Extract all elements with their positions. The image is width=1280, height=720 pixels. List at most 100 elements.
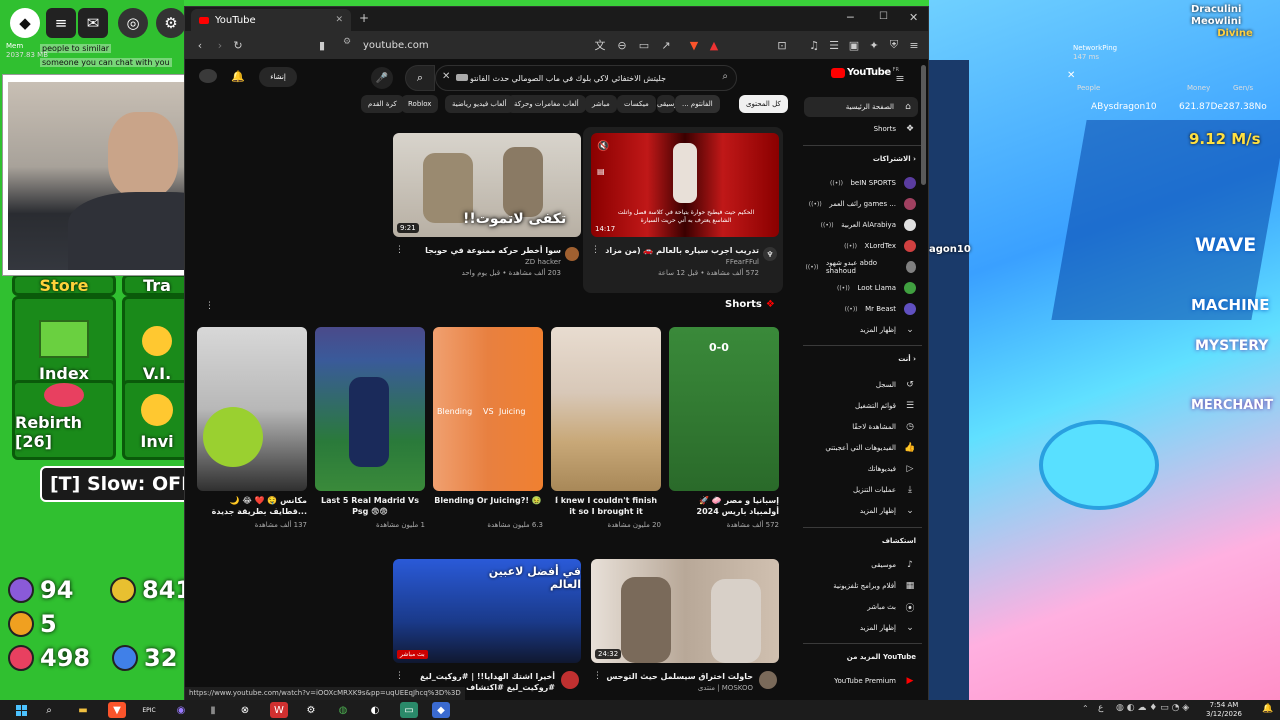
short-title[interactable]: Last 5 Real Madrid Vs Psg 😨😨 xyxy=(315,495,425,517)
more-options-icon[interactable]: ⋮ xyxy=(395,245,404,255)
settings-icon[interactable]: ⚙ xyxy=(156,8,186,38)
video-thumbnail[interactable]: تكفى لاتموت!! 9:21 xyxy=(393,133,581,237)
store-tile[interactable]: Store xyxy=(12,274,116,296)
short-thumbnail[interactable] xyxy=(551,327,661,491)
chip-football[interactable]: كرة القدم xyxy=(361,95,404,113)
chip-live[interactable]: مباشر xyxy=(585,95,617,113)
new-tab-button[interactable]: + xyxy=(359,11,369,25)
short-thumbnail[interactable]: Blending VS Juicing xyxy=(433,327,543,491)
backpack-icon[interactable]: ◎ xyxy=(118,8,148,38)
you-heading[interactable]: أنت › xyxy=(898,355,916,363)
maximize-icon[interactable]: ☐ xyxy=(879,11,888,22)
sidebar-item-downloads[interactable]: عمليات التنزيل ⤓ xyxy=(806,480,916,500)
app-w-icon[interactable]: W xyxy=(270,702,288,718)
chrome-icon[interactable]: ◍ xyxy=(334,702,352,718)
channel-avatar[interactable] xyxy=(565,247,579,261)
page-scrollbar[interactable] xyxy=(921,65,926,185)
more-options-icon[interactable]: ⋮ xyxy=(591,245,600,255)
search-input[interactable]: ✕ جليتش الاختفائي لاكي بلوك في ماب الصوم… xyxy=(435,65,737,91)
video-thumbnail[interactable]: في أفضل لاعبين العالم بث مباشر xyxy=(393,559,581,663)
trade-tile[interactable]: Tra xyxy=(122,274,192,296)
roblox-icon[interactable]: ◆ xyxy=(432,702,450,718)
app-green-icon[interactable]: ▭ xyxy=(400,702,418,718)
lang-indicator[interactable]: ع xyxy=(1098,703,1103,713)
video-title[interactable]: سوا أخطر حركه ممنوعة في حوبجا xyxy=(405,245,561,256)
more-options-icon[interactable]: ⋮ xyxy=(593,671,602,681)
close-window-icon[interactable]: ✕ xyxy=(909,11,918,24)
short-title[interactable]: إسبانيا و مصر 🧼 🚀 أولمبياد باريس 2024 xyxy=(669,495,779,517)
chip-adventure[interactable]: ألعاب مغامرات وحركة xyxy=(507,95,586,113)
vpn-icon[interactable]: ⛨ xyxy=(885,36,903,54)
video-title[interactable]: حاولت اختراق سيسلمل حيث التوحس !! xyxy=(605,671,753,682)
invite-tile[interactable]: Invi xyxy=(122,380,192,460)
sidebar-sub[interactable]: ((•)) عبدو شهود abdo shahoud xyxy=(806,257,916,277)
close-leaderboard-icon[interactable]: ✕ xyxy=(1067,70,1075,81)
sidebar-sub[interactable]: ((•)) Mr Beast xyxy=(806,299,916,319)
sidebar-show-more-you[interactable]: إظهار المزيد ⌄ xyxy=(806,501,916,521)
video-channel[interactable]: ZD hacker xyxy=(405,257,561,267)
leo-icon[interactable]: ✦ xyxy=(865,36,883,54)
minimize-icon[interactable]: ─ xyxy=(847,11,854,24)
chip-roblox[interactable]: Roblox xyxy=(401,95,439,113)
channel-avatar[interactable] xyxy=(759,671,777,689)
sidebar-sub[interactable]: ((•)) XLordTex xyxy=(806,236,916,256)
sidebar-item-live[interactable]: بث مباشر ⦿ xyxy=(806,597,916,617)
sidebar-sub[interactable]: ((•)) beIN SPORTS xyxy=(806,173,916,193)
short-title[interactable]: Blending Or Juicing?! 🤢 xyxy=(433,495,543,517)
chip-sports-games[interactable]: ألعاب فيديو رياضية xyxy=(445,95,514,113)
voice-search-icon[interactable]: 🎤 xyxy=(371,67,393,89)
sidebar-item-liked[interactable]: الفيديوهات التي أعجبتني 👍 xyxy=(806,438,916,458)
share-icon[interactable]: ↗ xyxy=(657,36,675,54)
sidebar-item-your-videos[interactable]: فيديوهاتك ▷ xyxy=(806,459,916,479)
sidebar-sub[interactable]: ((•)) العربية AlArabiya xyxy=(806,215,916,235)
browser-menu-icon[interactable]: ≡ xyxy=(905,36,923,54)
tab-youtube[interactable]: YouTube ✕ xyxy=(191,9,351,31)
windows-start-icon[interactable] xyxy=(12,702,30,718)
brave-rewards-icon[interactable]: ▲ xyxy=(705,36,723,54)
vip-tile[interactable]: V.I. xyxy=(122,296,192,392)
sidebar-show-more-subs[interactable]: إظهار المزيد ⌄ xyxy=(806,320,916,340)
keyboard-icon[interactable] xyxy=(456,74,468,81)
mute-icon[interactable]: 🔇 xyxy=(597,141,609,152)
youtube-logo[interactable]: YouTube FR xyxy=(831,67,899,78)
sidebar-item-shorts[interactable]: Shorts ❖ xyxy=(806,119,916,139)
account-avatar[interactable] xyxy=(199,69,217,83)
reload-icon[interactable]: ↻ xyxy=(229,36,247,54)
brave-shields-icon[interactable]: ▼ xyxy=(685,36,703,54)
channel-avatar[interactable]: ♆ xyxy=(763,247,777,261)
settings-icon[interactable]: ⚙ xyxy=(302,702,320,718)
wallet-icon[interactable]: ▣ xyxy=(845,36,863,54)
sidebar-show-more-explore[interactable]: إظهار المزيد ⌄ xyxy=(806,618,916,638)
video-channel[interactable]: FFearFFul xyxy=(605,257,759,267)
screenshot-icon[interactable]: ⊡ xyxy=(773,36,791,54)
channel-avatar[interactable] xyxy=(561,671,579,689)
guide-menu-icon[interactable]: ≡ xyxy=(891,69,909,87)
chip-music[interactable]: موسيقى xyxy=(657,95,675,113)
sidebar-item-playlists[interactable]: قوائم التشغيل ☰ xyxy=(806,396,916,416)
epic-games-icon[interactable]: EPIC xyxy=(140,702,158,718)
search-icon[interactable]: ⌕ xyxy=(40,702,58,718)
more-options-icon[interactable]: ⋮ xyxy=(395,671,404,681)
shorts-more-icon[interactable]: ⋮ xyxy=(205,301,214,311)
app-icon[interactable]: ▮ xyxy=(204,702,222,718)
search-button-icon[interactable]: ⌕ xyxy=(405,65,435,91)
media-player-icon[interactable]: ◐ xyxy=(366,702,384,718)
chip-phantom[interactable]: ... الفانتوم xyxy=(675,95,720,113)
short-title[interactable]: I knew I couldn't finish it so I brought… xyxy=(551,495,661,517)
sidebar-item-movies[interactable]: أفلام وبرامج تلفزيونية ▦ xyxy=(806,576,916,596)
video-thumbnail[interactable]: 24:32 xyxy=(591,559,779,663)
notifications-icon[interactable]: 🔔 xyxy=(229,67,247,85)
site-info-icon[interactable]: ⚙ xyxy=(343,37,351,47)
chip-all[interactable]: كل المحتوى xyxy=(739,95,788,113)
bookmark-icon[interactable]: ▮ xyxy=(313,36,331,54)
forward-icon[interactable]: › xyxy=(211,36,229,54)
sidebar-item-home[interactable]: الصفحة الرئيسية ⌂ xyxy=(804,97,918,117)
notification-icon[interactable]: 🔔 xyxy=(1262,704,1273,714)
sidebar-item-premium[interactable]: YouTube Premium ▶ xyxy=(806,671,916,691)
short-thumbnail[interactable] xyxy=(197,327,307,491)
video-thumbnail[interactable]: الحكيم حيث فيطبح حوارة بتياحة في كلاسة ف… xyxy=(591,133,779,237)
subscriptions-heading[interactable]: الاشتراكات › xyxy=(873,155,916,163)
chat-icon[interactable]: ✉ xyxy=(78,8,108,38)
file-explorer-icon[interactable]: ▬ xyxy=(74,702,92,718)
short-title[interactable]: مكانس 🤤 ❤️ 😂 🌙 ...قطايف بطريقة جديدة xyxy=(197,495,307,517)
